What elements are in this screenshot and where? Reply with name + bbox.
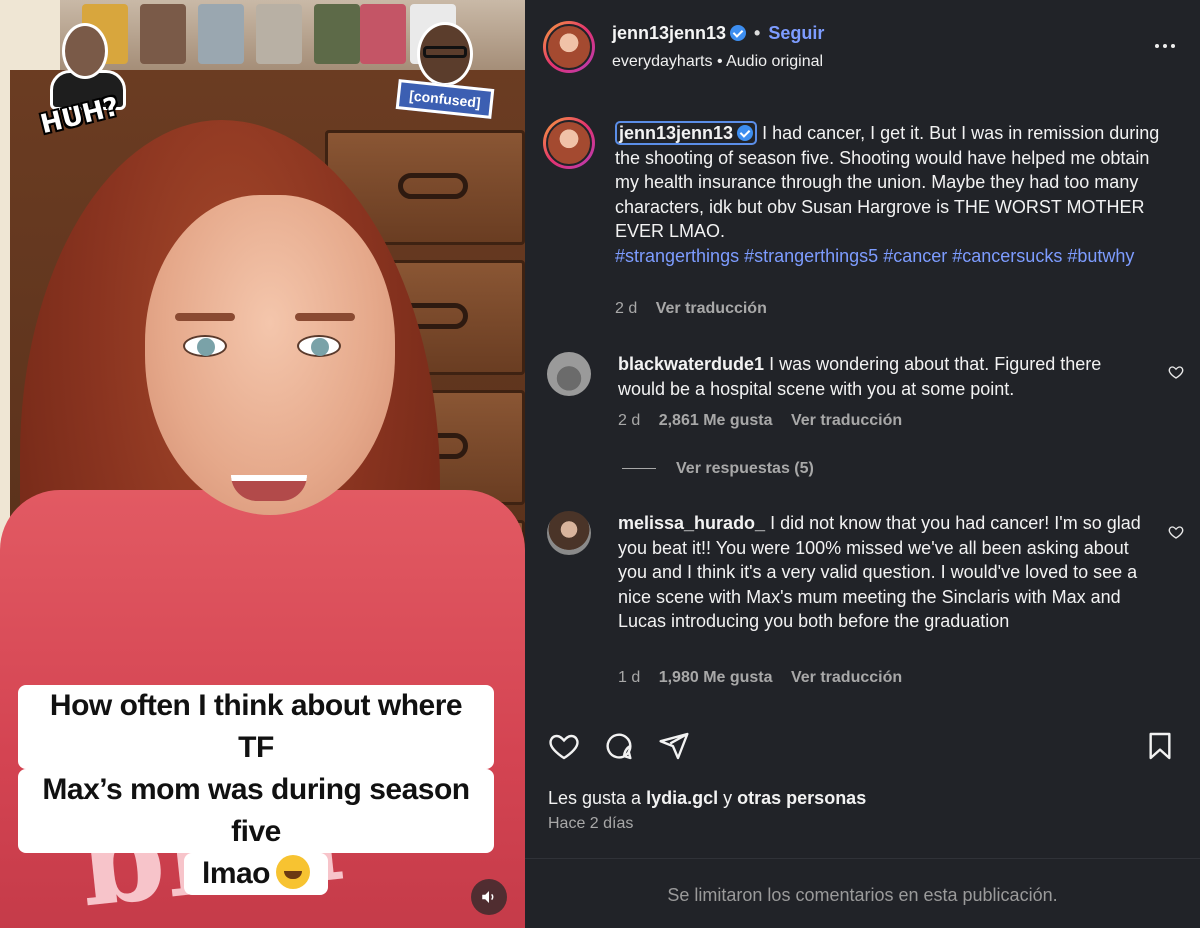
comment-username[interactable]: melissa_hurado_ [618, 513, 765, 533]
author-username[interactable]: jenn13jenn13 [612, 23, 726, 43]
overlay-line-1: How often I think about where TF [18, 685, 494, 769]
heart-outline-icon [1168, 366, 1184, 379]
commenter-avatar[interactable] [547, 511, 591, 555]
more-options-icon[interactable] [1145, 36, 1185, 56]
post-timestamp: Hace 2 días [548, 815, 634, 832]
caption-time: 2 d [615, 300, 638, 317]
toy-figure [198, 4, 244, 64]
confused-sticker-text: [confused] [395, 79, 495, 119]
others-link[interactable]: otras personas [737, 788, 866, 808]
confused-sticker: [confused] [395, 22, 495, 132]
comment-username[interactable]: blackwaterdude1 [618, 354, 764, 374]
mute-toggle-button[interactable] [471, 879, 507, 915]
comment-translate-link[interactable]: Ver traducción [791, 669, 902, 686]
post-header: jenn13jenn13 • Seguir everydayharts • Audi… [525, 0, 1200, 100]
like-comment-button[interactable] [1168, 524, 1184, 545]
overlay-line-3: lmao [183, 853, 329, 895]
commenter-avatar[interactable] [547, 352, 591, 396]
huh-sticker: HUH? [38, 15, 140, 140]
hashtag[interactable]: #strangerthings5 [744, 246, 878, 266]
like-button[interactable] [548, 730, 582, 764]
like-comment-button[interactable] [1168, 364, 1184, 385]
caption-text-block: jenn13jenn13 I had cancer, I get it. But… [615, 121, 1160, 268]
comment-meta: 2 d 2,861 Me gusta Ver traducción [618, 412, 916, 430]
verified-badge-icon [730, 25, 747, 41]
person-face [145, 195, 395, 515]
eye [183, 335, 227, 357]
author-line: jenn13jenn13 • Seguir [612, 23, 824, 44]
bookmark-icon [1149, 732, 1171, 760]
eyebrow [295, 313, 355, 321]
heart-outline-icon [1168, 526, 1184, 539]
comment-like-count[interactable]: 1,980 Me gusta [659, 669, 773, 686]
caption-author-avatar[interactable] [543, 117, 595, 169]
instagram-post-modal: bl li HUH? [confused] How often I think … [0, 0, 1200, 928]
heart-icon [549, 734, 579, 760]
share-button[interactable] [658, 730, 692, 764]
hashtag[interactable]: #strangerthings [615, 246, 739, 266]
toy-figure [140, 4, 186, 64]
eye [297, 335, 341, 357]
overlay-line-3-text: lmao [201, 857, 271, 890]
eyebrow [175, 313, 235, 321]
divider [525, 858, 1200, 859]
video-text-overlay: How often I think about where TF Max’s m… [18, 685, 494, 895]
hashtag[interactable]: #cancersucks [952, 246, 1062, 266]
post-actions-bar [548, 730, 1178, 766]
comment-translate-link[interactable]: Ver traducción [791, 412, 902, 429]
likes-prefix: Les gusta a [548, 788, 642, 808]
speaker-icon [482, 891, 494, 903]
comment-time: 2 d [618, 412, 641, 429]
rofl-emoji-icon [276, 855, 311, 889]
comment-like-count[interactable]: 2,861 Me gusta [659, 412, 773, 429]
follow-button[interactable]: Seguir [768, 23, 824, 43]
separator-dot: • [754, 23, 761, 43]
comments-limited-notice: Se limitaron los comentarios en esta pub… [667, 885, 1058, 905]
verified-badge-icon [737, 125, 754, 141]
hashtag[interactable]: #butwhy [1067, 246, 1134, 266]
hashtag[interactable]: #cancer [883, 246, 947, 266]
likes-summary: Les gusta a lydia.gcl y otras personas [548, 788, 866, 809]
toy-figure [314, 4, 360, 64]
author-avatar[interactable] [543, 21, 595, 73]
comment-text-block: blackwaterdude1 I was wondering about th… [618, 352, 1153, 401]
likes-and: y [723, 788, 733, 808]
overlay-line-2: Max’s mom was during season five [18, 769, 494, 853]
caption-meta: 2 d Ver traducción [615, 300, 781, 318]
comment-time: 1 d [618, 669, 641, 686]
comment-button[interactable] [603, 730, 637, 764]
comment-meta: 1 d 1,980 Me gusta Ver traducción [618, 669, 916, 687]
reel-video[interactable]: bl li HUH? [confused] How often I think … [0, 0, 525, 928]
save-button[interactable] [1144, 730, 1178, 764]
toy-figure [256, 4, 302, 64]
view-replies-button[interactable]: Ver respuestas (5) [622, 460, 814, 478]
send-icon [659, 732, 689, 760]
post-details-panel: jenn13jenn13 • Seguir everydayharts • Audi… [525, 0, 1200, 928]
comment-text-block: melissa_hurado_ I did not know that you … [618, 511, 1153, 634]
mouth [231, 475, 307, 501]
audio-info[interactable]: everydayharts • Audio original [612, 53, 823, 71]
caption-translate-link[interactable]: Ver traducción [656, 300, 767, 317]
caption-username[interactable]: jenn13jenn13 [615, 121, 758, 145]
replies-line [622, 468, 656, 469]
comment-bubble-icon [606, 733, 632, 760]
liker-username[interactable]: lydia.gcl [646, 788, 718, 808]
